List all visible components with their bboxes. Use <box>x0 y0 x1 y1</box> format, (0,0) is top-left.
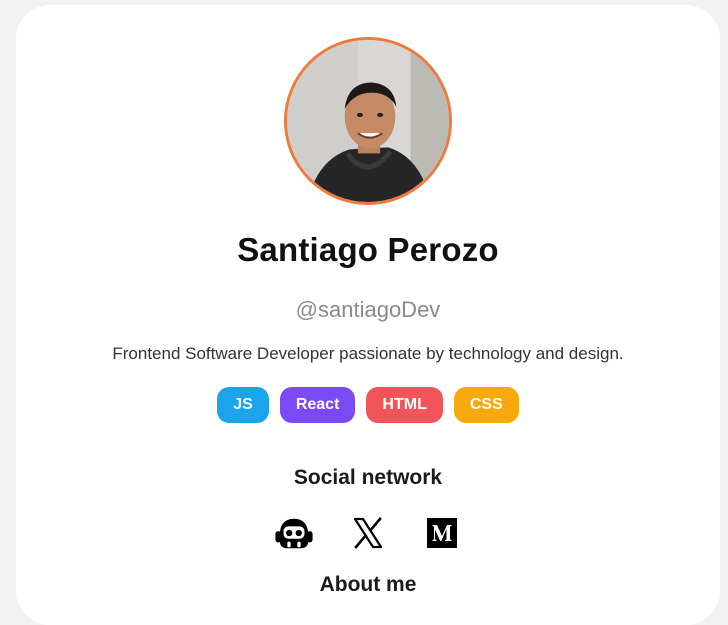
github-link[interactable] <box>274 513 314 553</box>
profile-card: Santiago Perozo @santiagoDev Frontend So… <box>16 5 720 625</box>
profile-bio: Frontend Software Developer passionate b… <box>112 344 624 363</box>
avatar <box>284 37 452 205</box>
about-me-heading: About me <box>319 573 417 596</box>
skill-tags: JS React HTML CSS <box>16 387 720 423</box>
x-icon <box>353 517 383 549</box>
github-icon <box>275 518 313 549</box>
profile-name: Santiago Perozo <box>237 231 499 268</box>
tag-js: JS <box>217 387 269 423</box>
medium-icon <box>427 518 457 548</box>
medium-link[interactable] <box>422 513 462 553</box>
tag-css: CSS <box>453 387 519 423</box>
profile-handle: @santiagoDev <box>295 297 441 322</box>
social-links <box>16 513 720 553</box>
social-network-heading: Social network <box>293 466 443 489</box>
tag-react: React <box>279 387 356 423</box>
x-link[interactable] <box>348 513 388 553</box>
avatar-photo <box>287 40 449 202</box>
tag-html: HTML <box>366 387 443 423</box>
